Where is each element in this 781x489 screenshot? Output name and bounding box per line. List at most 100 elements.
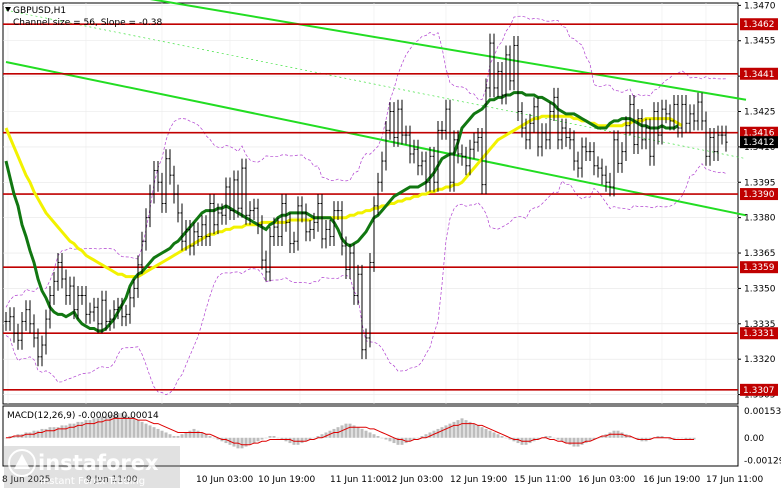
macd-hist-bar bbox=[240, 437, 244, 449]
macd-hist-bar bbox=[268, 436, 272, 438]
macd-hist-bar bbox=[568, 437, 572, 445]
macd-hist-bar bbox=[416, 437, 420, 439]
macd-hist-bar bbox=[172, 436, 176, 438]
macd-hist-bar bbox=[472, 423, 476, 438]
macd-hist-bar bbox=[384, 437, 388, 440]
macd-hist-bar bbox=[276, 437, 280, 439]
macd-hist-bar bbox=[572, 437, 576, 447]
macd-hist-bar bbox=[248, 437, 252, 445]
macd-hist-bar bbox=[460, 418, 464, 438]
macd-hist-bar bbox=[132, 418, 136, 438]
macd-hist-bar bbox=[60, 425, 64, 438]
macd-hist-bar bbox=[76, 421, 80, 438]
macd-hist-bar bbox=[496, 434, 500, 438]
level-tag-label: 1.3307 bbox=[743, 386, 775, 396]
macd-hist-bar bbox=[548, 436, 552, 438]
macd-hist-bar bbox=[388, 437, 392, 442]
macd-hist-bar bbox=[556, 437, 560, 440]
time-tick-label: 16 Jun 03:00 bbox=[578, 475, 635, 485]
macd-hist-bar bbox=[156, 428, 160, 438]
macd-hist-bar bbox=[448, 423, 452, 438]
macd-hist-bar bbox=[356, 427, 360, 438]
macd-hist-bar bbox=[680, 437, 684, 439]
time-tick-label: 16 Jun 19:00 bbox=[643, 475, 700, 485]
macd-hist-bar bbox=[552, 437, 556, 439]
macd-hist-bar bbox=[444, 425, 448, 438]
macd-hist-bar bbox=[480, 427, 484, 438]
macd-tick-label: 0.00 bbox=[744, 434, 764, 444]
macd-hist-bar bbox=[676, 437, 680, 439]
time-tick-label: 11 Jun 11:00 bbox=[330, 475, 387, 485]
macd-hist-bar bbox=[152, 427, 156, 438]
macd-hist-bar bbox=[264, 437, 268, 439]
macd-hist-bar bbox=[500, 436, 504, 438]
macd-hist-bar bbox=[484, 428, 488, 438]
macd-hist-bar bbox=[252, 437, 256, 444]
macd-label: MACD(12,26,9) -0.00008 0.00014 bbox=[7, 411, 159, 421]
macd-hist-bar bbox=[400, 437, 404, 445]
channel-info: Channel size = 56, Slope = -0.38 bbox=[13, 18, 162, 28]
macd-hist-bar bbox=[452, 421, 456, 438]
macd-hist-bar bbox=[492, 432, 496, 438]
macd-hist-bar bbox=[208, 436, 212, 438]
macd-hist-bar bbox=[40, 428, 44, 438]
macd-hist-bar bbox=[96, 418, 100, 438]
time-tick-label: 12 Jun 19:00 bbox=[450, 475, 507, 485]
macd-axis: 0.00153 0.00 -0.00129 bbox=[744, 407, 781, 467]
macd-hist-bar bbox=[504, 437, 508, 439]
macd-hist-bar bbox=[192, 428, 196, 438]
macd-hist-bar bbox=[440, 427, 444, 438]
macd-hist-bar bbox=[136, 420, 140, 438]
macd-hist-bar bbox=[468, 421, 472, 438]
time-tick-label: 10 Jun 03:00 bbox=[196, 475, 253, 485]
macd-hist-bar bbox=[188, 430, 192, 438]
macd-hist-bar bbox=[260, 437, 264, 440]
macd-hist-bar bbox=[160, 430, 164, 438]
macd-hist-bar bbox=[464, 420, 468, 438]
watermark-tagline: Instant Forex Trading bbox=[40, 476, 145, 487]
price-tick-label: 1.3455 bbox=[744, 37, 776, 47]
watermark: instaforex Instant Forex Trading bbox=[4, 446, 180, 488]
macd-hist-bar bbox=[48, 427, 52, 438]
macd-hist-bar bbox=[476, 425, 480, 438]
symbol-label: GBPUSD,H1 bbox=[13, 6, 66, 16]
macd-hist-bar bbox=[488, 430, 492, 438]
macd-hist-bar bbox=[380, 437, 384, 439]
macd-tick-label: -0.00129 bbox=[744, 457, 781, 467]
gbpusd-chart: 1.33051.33201.33351.33501.33651.33801.33… bbox=[2, 0, 781, 488]
macd-hist-bar bbox=[176, 436, 180, 438]
level-tag-label: 1.3441 bbox=[743, 70, 775, 80]
macd-hist-bar bbox=[576, 437, 580, 447]
macd-hist-bar bbox=[140, 421, 144, 438]
watermark-brand: instaforex bbox=[38, 451, 159, 475]
price-tick-label: 1.3350 bbox=[744, 284, 776, 294]
time-tick-label: 15 Jun 11:00 bbox=[514, 475, 571, 485]
price-tick-label: 1.3470 bbox=[744, 1, 776, 11]
macd-hist-bar bbox=[68, 423, 72, 438]
price-axis: 1.33051.33201.33351.33501.33651.33801.33… bbox=[738, 1, 776, 401]
price-tick-label: 1.3365 bbox=[744, 249, 776, 259]
time-tick-label: 12 Jun 03:00 bbox=[386, 475, 443, 485]
macd-hist-bar bbox=[144, 423, 148, 438]
macd-hist-bar bbox=[456, 420, 460, 438]
level-tag-label: 1.3359 bbox=[743, 263, 775, 273]
macd-hist-bar bbox=[204, 434, 208, 438]
macd-hist-bar bbox=[72, 423, 76, 438]
macd-hist-bar bbox=[36, 430, 40, 438]
macd-hist-bar bbox=[372, 434, 376, 438]
macd-hist-bar bbox=[272, 436, 276, 438]
price-tick-label: 1.3380 bbox=[744, 214, 776, 224]
macd-hist-bar bbox=[560, 437, 564, 442]
level-tags: 1.34621.34411.34161.33901.33591.33311.33… bbox=[740, 18, 778, 396]
macd-hist-bar bbox=[376, 436, 380, 438]
time-tick-label: 17 Jun 11:00 bbox=[706, 475, 763, 485]
macd-hist-bar bbox=[88, 420, 92, 438]
macd-hist-bar bbox=[196, 430, 200, 438]
macd-hist-bar bbox=[580, 437, 584, 445]
macd-tick-label: 0.00153 bbox=[744, 407, 781, 417]
price-tick-label: 1.3320 bbox=[744, 355, 776, 365]
macd-hist-bar bbox=[148, 425, 152, 438]
macd-hist-bar bbox=[64, 425, 68, 438]
macd-hist-bar bbox=[348, 423, 352, 438]
time-tick-label: 10 Jun 19:00 bbox=[258, 475, 315, 485]
